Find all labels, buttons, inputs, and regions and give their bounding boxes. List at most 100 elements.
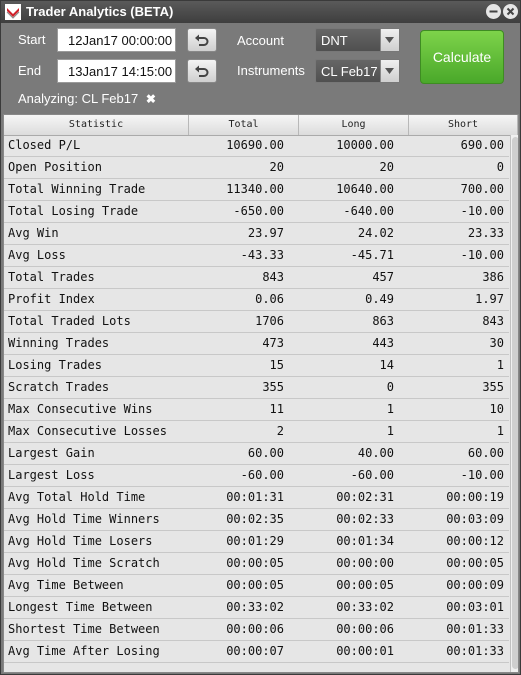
short-cell: 60.00 — [467, 446, 504, 460]
remove-filter-icon[interactable]: ✖ — [146, 92, 156, 106]
total-cell: 10690.00 — [226, 138, 284, 152]
table-row[interactable]: Avg Time After Losing 00:00:07 00:00:01 00:… — [4, 641, 509, 663]
total-cell: -60.00 — [240, 468, 284, 482]
table-row[interactable]: Open Position 20 20 0 — [4, 157, 509, 179]
long-cell: 20 — [379, 160, 394, 174]
total-cell: 60.00 — [247, 446, 284, 460]
account-select[interactable]: DNT — [315, 28, 400, 52]
reset-start-button[interactable] — [187, 28, 217, 52]
table-row[interactable]: Profit Index 0.06 0.49 1.97 — [4, 289, 509, 311]
long-cell: -60.00 — [350, 468, 394, 482]
statistic-cell: Open Position — [8, 160, 102, 174]
column-header-short[interactable]: Short — [409, 115, 518, 135]
long-cell: 1 — [386, 424, 394, 438]
total-cell: 0.06 — [255, 292, 284, 306]
total-cell: 11 — [269, 402, 284, 416]
table-row[interactable]: Largest Loss -60.00 -60.00 -10.00 — [4, 465, 509, 487]
statistic-cell: Avg Time After Losing — [8, 644, 160, 658]
account-selected-value: DNT — [321, 33, 348, 48]
statistic-cell: Longest Time Between — [8, 600, 153, 614]
account-dropdown-toggle[interactable] — [380, 29, 399, 51]
long-cell: 0.49 — [365, 292, 394, 306]
total-cell: 00:00:05 — [226, 578, 284, 592]
long-cell: 443 — [372, 336, 394, 350]
end-label: End — [18, 63, 42, 78]
start-datetime-field[interactable]: 12Jan17 00:00:00 — [57, 28, 176, 52]
short-cell: 00:03:01 — [446, 600, 504, 614]
calculate-button[interactable]: Calculate — [420, 30, 504, 84]
table-row[interactable]: Avg Loss -43.33 -45.71 -10.00 — [4, 245, 509, 267]
total-cell: 355 — [262, 380, 284, 394]
account-label: Account — [237, 33, 284, 48]
table-row[interactable]: Avg Total Hold Time 00:01:31 00:02:31 00:00… — [4, 487, 509, 509]
table-row[interactable]: Total Winning Trade 11340.00 10640.00 700.0… — [4, 179, 509, 201]
end-datetime-field[interactable]: 13Jan17 14:15:00 — [57, 59, 176, 83]
table-row[interactable]: Largest Gain 60.00 40.00 60.00 — [4, 443, 509, 465]
table-row[interactable]: Avg Win 23.97 24.02 23.33 — [4, 223, 509, 245]
statistic-cell: Total Trades — [8, 270, 95, 284]
statistic-cell: Largest Gain — [8, 446, 95, 460]
long-cell: 00:00:05 — [336, 578, 394, 592]
reset-end-button[interactable] — [187, 59, 217, 83]
table-row[interactable]: Losing Trades 15 14 1 — [4, 355, 509, 377]
table-row[interactable]: Total Trades 843 457 386 — [4, 267, 509, 289]
short-cell: 10 — [489, 402, 504, 416]
chevron-down-icon — [385, 68, 394, 74]
table-row[interactable]: Longest Time Between 00:33:02 00:33:02 00:0… — [4, 597, 509, 619]
statistic-cell: Avg Hold Time Losers — [8, 534, 153, 548]
short-cell: 30 — [489, 336, 504, 350]
title-bar[interactable]: Trader Analytics (BETA) — [1, 1, 520, 23]
table-row[interactable]: Shortest Time Between 00:00:06 00:00:06 00:… — [4, 619, 509, 641]
vertical-scrollbar[interactable] — [510, 135, 518, 672]
short-cell: 1 — [496, 424, 504, 438]
table-row[interactable]: Total Traded Lots 1706 863 843 — [4, 311, 509, 333]
statistic-cell: Profit Index — [8, 292, 95, 306]
long-cell: 863 — [372, 314, 394, 328]
long-cell: 40.00 — [357, 446, 394, 460]
statistics-table: Statistic Total Long Short Closed P/L 106… — [3, 114, 519, 673]
statistic-cell: Avg Loss — [8, 248, 66, 262]
statistic-cell: Losing Trades — [8, 358, 102, 372]
column-header-statistic[interactable]: Statistic — [4, 115, 189, 135]
table-row[interactable]: Closed P/L 10690.00 10000.00 690.00 — [4, 135, 509, 157]
table-row[interactable]: Avg Hold Time Winners 00:02:35 00:02:33 00:… — [4, 509, 509, 531]
long-cell: 00:00:06 — [336, 622, 394, 636]
table-header: Statistic Total Long Short — [4, 115, 518, 136]
undo-icon — [195, 65, 209, 77]
short-cell: 0 — [496, 160, 504, 174]
table-row[interactable]: Total Losing Trade -650.00 -640.00 -10.00 — [4, 201, 509, 223]
table-row[interactable]: Max Consecutive Losses 2 1 1 — [4, 421, 509, 443]
statistic-cell: Avg Time Between — [8, 578, 124, 592]
table-row[interactable]: Max Consecutive Wins 11 1 10 — [4, 399, 509, 421]
scrollbar-thumb[interactable] — [512, 137, 518, 669]
statistic-cell: Max Consecutive Wins — [8, 402, 153, 416]
total-cell: 00:01:31 — [226, 490, 284, 504]
instruments-dropdown-toggle[interactable] — [380, 60, 399, 82]
table-row[interactable]: Scratch Trades 355 0 355 — [4, 377, 509, 399]
table-row[interactable]: Winning Trades 473 443 30 — [4, 333, 509, 355]
total-cell: 473 — [262, 336, 284, 350]
close-button[interactable] — [503, 4, 518, 19]
instruments-label: Instruments — [237, 63, 305, 78]
short-cell: 843 — [482, 314, 504, 328]
short-cell: 700.00 — [460, 182, 504, 196]
short-cell: -10.00 — [460, 248, 504, 262]
column-header-long[interactable]: Long — [299, 115, 409, 135]
instruments-select[interactable]: CL Feb17 — [315, 59, 400, 83]
long-cell: 24.02 — [357, 226, 394, 240]
statistic-cell: Avg Hold Time Scratch — [8, 556, 160, 570]
long-cell: 457 — [372, 270, 394, 284]
close-icon — [506, 7, 515, 16]
table-row[interactable]: Avg Time Between 00:00:05 00:00:05 00:00:09 — [4, 575, 509, 597]
long-cell: 00:02:31 — [336, 490, 394, 504]
statistic-cell: Total Winning Trade — [8, 182, 146, 196]
minimize-button[interactable] — [486, 4, 501, 19]
table-row[interactable]: Avg Hold Time Losers 00:01:29 00:01:34 00:0… — [4, 531, 509, 553]
total-cell: 00:00:05 — [226, 556, 284, 570]
column-header-total[interactable]: Total — [189, 115, 299, 135]
start-label: Start — [18, 32, 46, 47]
table-row[interactable]: Avg Hold Time Scratch 00:00:05 00:00:00 00:… — [4, 553, 509, 575]
minimize-icon — [489, 10, 498, 13]
undo-icon — [195, 34, 209, 46]
statistic-cell: Avg Hold Time Winners — [8, 512, 160, 526]
